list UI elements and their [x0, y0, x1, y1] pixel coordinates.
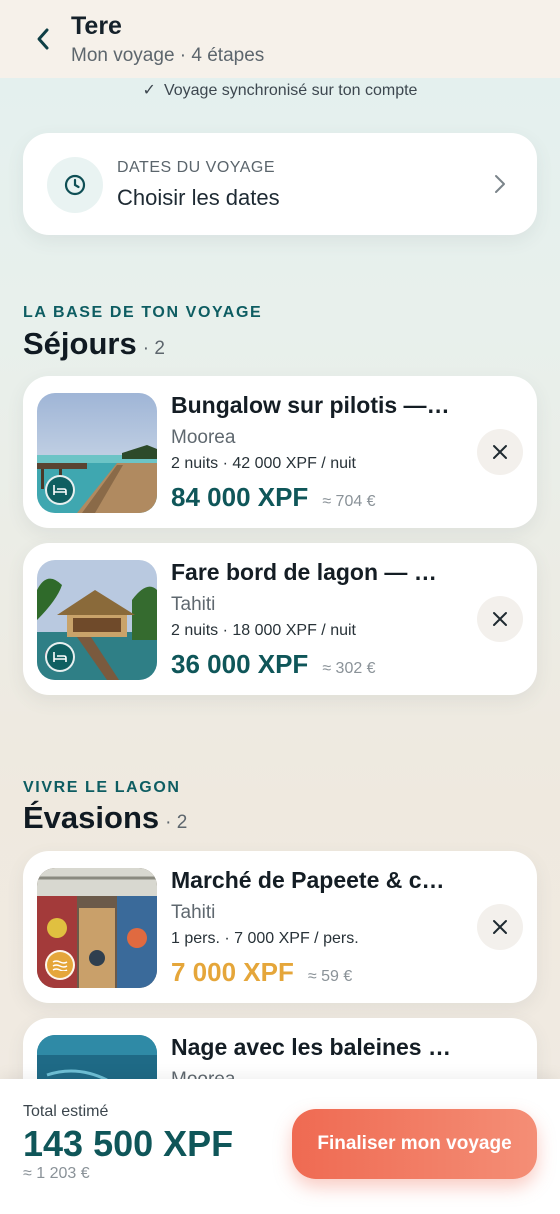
total-value: 143 500 XPF	[23, 1123, 234, 1164]
stay-meta: 2 nuits · 42 000 XPF / nuit	[171, 455, 356, 472]
stay-image	[37, 560, 157, 680]
stay-price-row: 84 000 XPF ≈ 704 €	[171, 482, 376, 513]
total-approx: ≈ 1 203 €	[23, 1165, 90, 1182]
stays-count: · 2	[142, 338, 165, 359]
stays-kicker: LA BASE DE TON VOYAGE	[23, 304, 263, 321]
chevron-right-icon	[495, 175, 505, 193]
chevron-left-icon	[37, 28, 49, 50]
escapes-count: · 2	[165, 812, 188, 833]
escape-card[interactable]: Marché de Papeete & c… Tahiti 1 pers. · …	[23, 851, 537, 1003]
stay-card[interactable]: Fare bord de lagon — Pu… Tahiti 2 nuits …	[23, 543, 537, 695]
finalize-trip-button[interactable]: Finaliser mon voyage	[292, 1109, 537, 1179]
stay-price-row: 36 000 XPF ≈ 302 €	[171, 649, 376, 680]
page-title: Tere	[71, 12, 122, 40]
stay-image	[37, 393, 157, 513]
stay-title: Fare bord de lagon — Pu…	[171, 559, 451, 585]
sync-status: ✓ Voyage synchronisé sur ton compte	[0, 80, 560, 100]
escapes-title-text: Évasions	[23, 800, 160, 835]
escape-image	[37, 868, 157, 988]
close-icon	[493, 612, 507, 626]
close-icon	[493, 920, 507, 934]
top-bar: Tere Mon voyage · 4 étapes	[0, 0, 560, 78]
bed-icon	[45, 642, 75, 672]
stay-card[interactable]: Bungalow sur pilotis — … Moorea 2 nuits …	[23, 376, 537, 528]
stay-location: Tahiti	[171, 594, 216, 615]
stay-price-approx: ≈ 302 €	[322, 660, 376, 677]
escape-title: Marché de Papeete & c…	[171, 867, 445, 893]
close-icon	[493, 445, 507, 459]
stay-meta: 2 nuits · 18 000 XPF / nuit	[171, 622, 356, 639]
stay-price: 84 000 XPF	[171, 482, 309, 512]
stay-price: 36 000 XPF	[171, 649, 309, 679]
clock-icon	[47, 157, 103, 213]
trip-dates-card[interactable]: DATES DU VOYAGE Choisir les dates	[23, 133, 537, 235]
dates-label: DATES DU VOYAGE	[117, 159, 276, 176]
escape-price-approx: ≈ 59 €	[307, 968, 353, 985]
escape-price: 7 000 XPF	[171, 957, 294, 987]
waves-icon	[45, 950, 75, 980]
stay-title: Bungalow sur pilotis — …	[171, 392, 451, 418]
escape-price-row: 7 000 XPF ≈ 59 €	[171, 957, 352, 988]
sync-status-text: Voyage synchronisé sur ton compte	[163, 82, 418, 99]
back-button[interactable]	[28, 24, 58, 54]
escape-title: Nage avec les baleines à…	[171, 1034, 451, 1060]
escape-location: Tahiti	[171, 902, 216, 923]
stay-price-approx: ≈ 704 €	[322, 493, 376, 510]
escape-meta: 1 pers. · 7 000 XPF / pers.	[171, 930, 359, 947]
stay-location: Moorea	[171, 427, 236, 448]
check-icon: ✓	[142, 82, 156, 99]
page-subtitle: Mon voyage · 4 étapes	[71, 45, 265, 66]
stays-title-text: Séjours	[23, 326, 137, 361]
remove-button[interactable]	[477, 596, 523, 642]
escapes-kicker: VIVRE LE LAGON	[23, 779, 181, 796]
escapes-title: Évasions · 2	[23, 800, 187, 836]
bed-icon	[45, 475, 75, 505]
total-label: Total estimé	[23, 1103, 109, 1120]
remove-button[interactable]	[477, 429, 523, 475]
dates-value: Choisir les dates	[117, 185, 280, 210]
checkout-bar: Total estimé 143 500 XPF ≈ 1 203 € Final…	[0, 1079, 560, 1214]
stays-title: Séjours · 2	[23, 326, 165, 362]
remove-button[interactable]	[477, 904, 523, 950]
